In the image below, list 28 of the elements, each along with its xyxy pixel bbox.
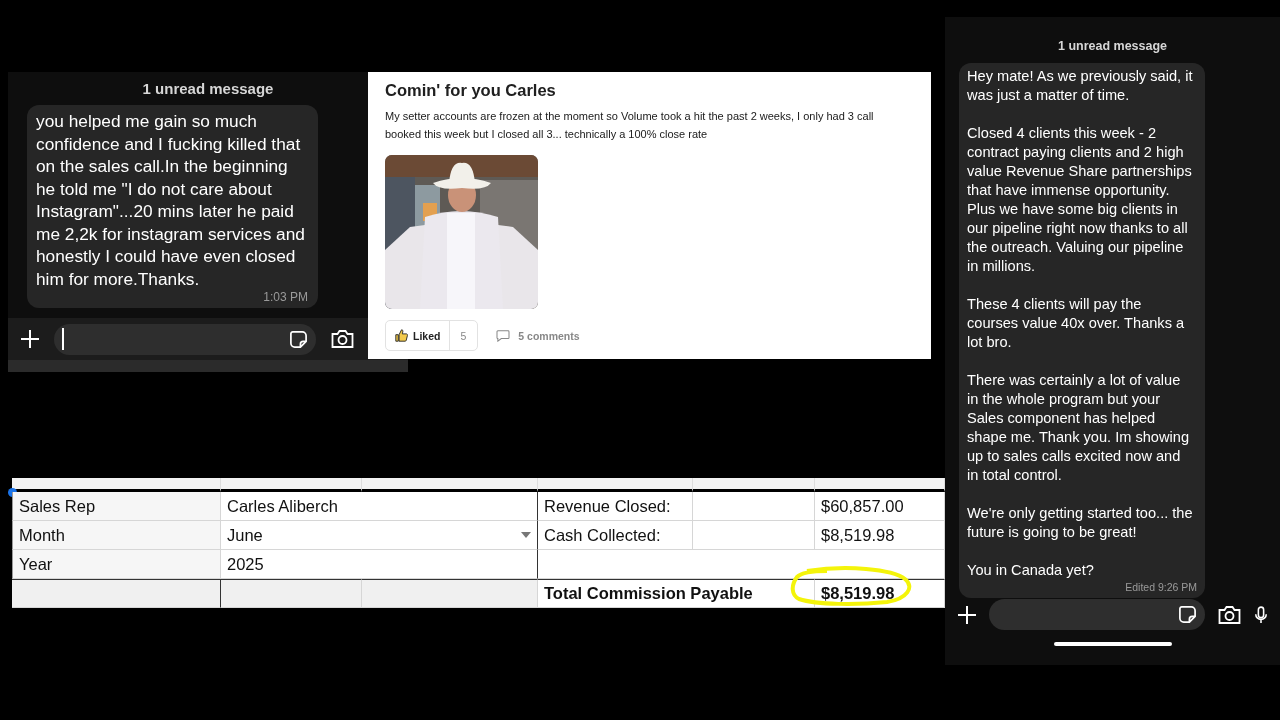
message-text: You in Canada yet? (967, 561, 1095, 580)
table-cell: Revenue Closed: (538, 492, 693, 521)
message-text: There was certainly a lot of value in the whole program but your Sales component has helped shape me. Thank you. Im showing up to sales calls excited now and in total control. (967, 371, 1190, 485)
table-cell: Sales Rep (12, 492, 221, 521)
unread-label: 1 unread message (142, 80, 274, 97)
table-cell: Carles Aliberch (221, 492, 538, 521)
dropdown-cell[interactable]: June (221, 521, 538, 550)
post-title: Comin' for you Carles (385, 80, 557, 100)
message-time: 1:03 PM (262, 290, 308, 304)
table-cell: $8,519.98 (815, 521, 945, 550)
message-time: Edited 9:26 PM (1124, 580, 1197, 594)
message-text: Hey mate! As we previously said, it was just a matter of time. (967, 67, 1194, 105)
table-cell: Month (12, 521, 221, 550)
like-label: Liked (413, 329, 441, 342)
unread-label: 1 unread message (1057, 39, 1168, 53)
table-cell: Total Commission Payable (538, 579, 815, 608)
like-count: 5 (459, 328, 468, 344)
message-text: We're only getting started too... the future is going to be great! (967, 504, 1194, 542)
message-text: Closed 4 clients this week - 2 contract paying clients and 2 high value Revenue Share partnerships that have immense opportunity. Plus we have some big clients in our pipeline right now thanks to all the outreach. Valuing our pipeline in millions. (967, 124, 1193, 276)
comments-link[interactable]: 5 comments (496, 329, 580, 342)
table-cell: $8,519.98 (821, 584, 895, 603)
table-cell: Year (12, 550, 221, 579)
table-cell: Cash Collected: (538, 521, 693, 550)
like-button[interactable]: Liked 5 (385, 320, 479, 351)
post-text: My setter accounts are frozen at the moment so Volume took a hit the past 2 weeks, I only had 3 call booked this week but I closed all 3... technically a 100% close rate (385, 109, 875, 142)
table-cell: $60,857.00 (815, 492, 945, 521)
message-text: These 4 clients will pay the courses value 40x over. Thanks a lot bro. (967, 295, 1186, 352)
message-text: you helped me gain so much confidence and I fucking killed that on the sales call.In the beginning he told me "I do not care about Instagram"...20 mins later he paid me 2,2k for instagram services and honestly I could have even closed him for more.Thanks. (36, 110, 306, 290)
